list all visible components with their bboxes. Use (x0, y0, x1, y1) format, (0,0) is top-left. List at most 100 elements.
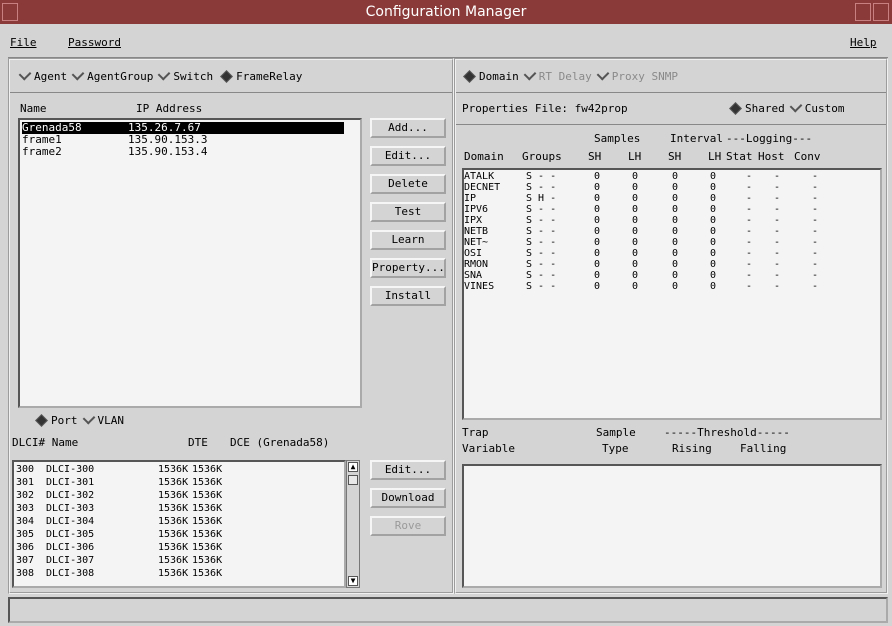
table-row[interactable]: 305 DLCI-305 1536K 1536K (16, 529, 342, 541)
agent-list[interactable]: Grenada58 135.26.7.67 frame1 135.90.153.3 fr… (18, 118, 362, 408)
domain-table[interactable]: ATALK S - -0 0 0 0- - - DECNET S - -0 0 0 0- - - IP S H… (462, 168, 882, 420)
dlci-dce: 1536K (192, 477, 223, 488)
value-cell: 0 (594, 215, 601, 226)
radio-vlan[interactable]: VLAN (82, 411, 124, 427)
name-column-header: Name (20, 102, 47, 115)
dlci-scrollbar[interactable]: ▲ ▼ (346, 460, 360, 588)
interval-sh-header: SH (668, 150, 682, 163)
table-row[interactable]: VINES S - - 0 0 0 0 - - - (464, 282, 874, 292)
table-row[interactable]: 307 DLCI-307 1536K 1536K (16, 555, 342, 567)
logging-cell: - (774, 270, 781, 281)
menu-password[interactable]: Password (68, 36, 121, 49)
table-row[interactable]: NETB S - - 0 0 0 0 - - - (464, 227, 874, 237)
radio-switch[interactable]: Switch (157, 67, 213, 83)
value-cell: 0 (594, 171, 601, 182)
shared-custom-radios: Shared Custom (728, 99, 845, 115)
value-cell: 0 (672, 226, 679, 237)
table-row[interactable]: 308 DLCI-308 1536K 1536K (16, 568, 342, 580)
host-header: Host (758, 150, 785, 163)
table-row[interactable]: DECNET S - - 0 0 0 0 - - - (464, 183, 874, 193)
dlci-num: 308 (16, 568, 35, 579)
dlci-list[interactable]: 300 DLCI-300 1536K 1536K 301 DLCI-301 1536K 153… (12, 460, 346, 588)
table-row[interactable]: IPX S - - 0 0 0 0 - - - (464, 216, 874, 226)
add-button[interactable]: Add... (370, 118, 446, 138)
menu-file[interactable]: File (10, 36, 37, 49)
edit-button[interactable]: Edit... (370, 146, 446, 166)
custom-radio[interactable]: Custom (789, 99, 845, 115)
scroll-thumb[interactable] (348, 475, 358, 485)
dlci-name: DLCI-308 (46, 568, 95, 579)
dce-column-header: DCE (Grenada58) (230, 436, 330, 449)
delete-button[interactable]: Delete (370, 174, 446, 194)
minimize-button[interactable] (855, 3, 871, 21)
radio-agent[interactable]: Agent (18, 67, 67, 83)
status-bar (8, 597, 888, 623)
install-button[interactable]: Install (370, 286, 446, 306)
trap-table[interactable] (462, 464, 882, 588)
radio-selected-icon (729, 102, 742, 115)
interval-lh-header: LH (708, 150, 722, 163)
logging-cell: - (746, 215, 753, 226)
radio-unselected-icon (71, 67, 85, 81)
scroll-up-icon[interactable]: ▲ (348, 462, 358, 472)
value-cell: 0 (672, 215, 679, 226)
dlci-dte: 1536K (158, 477, 189, 488)
dlci-dce: 1536K (192, 490, 223, 501)
menu-help[interactable]: Help (850, 36, 877, 49)
value-cell: 0 (672, 259, 679, 270)
radio-agentgroup[interactable]: AgentGroup (71, 67, 154, 83)
table-row[interactable]: 303 DLCI-303 1536K 1536K (16, 503, 342, 515)
logging-cell: - (746, 270, 753, 281)
window-title: Configuration Manager (365, 4, 527, 20)
logging-cell: - (812, 204, 819, 215)
divider (456, 92, 886, 93)
table-row[interactable]: 302 DLCI-302 1536K 1536K (16, 490, 342, 502)
table-row[interactable]: 301 DLCI-301 1536K 1536K (16, 477, 342, 489)
table-row[interactable]: IP S H - 0 0 0 0 - - - (464, 194, 874, 204)
radio-label: AgentGroup (87, 70, 154, 83)
scroll-down-icon[interactable]: ▼ (348, 576, 358, 586)
value-cell: 0 (672, 171, 679, 182)
threshold-header: -----Threshold----- (664, 426, 790, 439)
test-button[interactable]: Test (370, 202, 446, 222)
radio-framerelay[interactable]: FrameRelay (219, 70, 302, 83)
dlci-dce: 1536K (192, 516, 223, 527)
table-row[interactable]: RMON S - - 0 0 0 0 - - - (464, 260, 874, 270)
radio-domain[interactable]: Domain (462, 70, 519, 83)
configuration-manager-window: Configuration Manager File Password Help… (0, 0, 892, 626)
dlci-num: 303 (16, 503, 35, 514)
learn-button[interactable]: Learn (370, 230, 446, 250)
dlci-edit-button[interactable]: Edit... (370, 460, 446, 480)
rove-button: Rove (370, 516, 446, 536)
property-button[interactable]: Property... (370, 258, 446, 278)
radio-selected-icon (220, 70, 233, 83)
table-row[interactable]: OSI S - - 0 0 0 0 - - - (464, 249, 874, 259)
maximize-button[interactable] (873, 3, 889, 21)
dlci-name: DLCI-306 (46, 542, 95, 553)
table-row[interactable]: 306 DLCI-306 1536K 1536K (16, 542, 342, 554)
value-cell: 0 (632, 171, 639, 182)
dlci-dte: 1536K (158, 464, 189, 475)
logging-cell: - (746, 204, 753, 215)
dlci-name: DLCI-300 (46, 464, 95, 475)
table-row[interactable]: SNA S - - 0 0 0 0 - - - (464, 271, 874, 281)
dlci-num: 302 (16, 490, 35, 501)
table-row[interactable]: IPV6 S - - 0 0 0 0 - - - (464, 205, 874, 215)
logging-cell: - (774, 182, 781, 193)
logging-cell: - (812, 171, 819, 182)
list-item[interactable]: frame2 135.90.153.4 (22, 146, 344, 158)
download-button[interactable]: Download (370, 488, 446, 508)
table-row[interactable]: 300 DLCI-300 1536K 1536K (16, 464, 342, 476)
logging-cell: - (812, 237, 819, 248)
table-row[interactable]: 304 DLCI-304 1536K 1536K (16, 516, 342, 528)
type-header: Type (602, 442, 629, 455)
table-row[interactable]: ATALK S - - 0 0 0 0 - - - (464, 172, 874, 182)
logging-cell: - (746, 171, 753, 182)
shared-radio[interactable]: Shared (728, 102, 785, 115)
table-row[interactable]: NET~ S - - 0 0 0 0 - - - (464, 238, 874, 248)
domain-groups: S - - (526, 204, 557, 215)
dlci-dte: 1536K (158, 529, 189, 540)
radio-port[interactable]: Port (34, 414, 78, 427)
title-bar[interactable]: Configuration Manager (0, 0, 892, 24)
window-menu-button[interactable] (2, 3, 18, 21)
